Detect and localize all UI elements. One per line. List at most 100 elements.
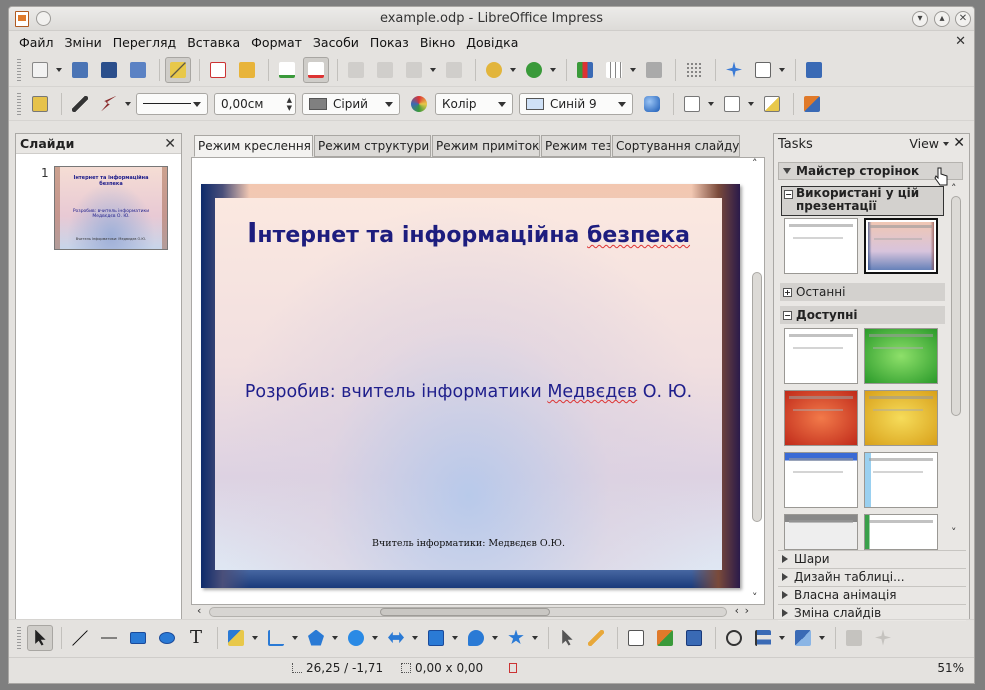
section-available[interactable]: − Доступні (780, 306, 945, 324)
tab-outline-view[interactable]: Режим структури (314, 135, 431, 157)
block-arrows-dropdown-arrow[interactable] (412, 635, 418, 640)
scroll-left-icon[interactable]: ‹ (735, 604, 739, 617)
scroll-down-icon[interactable]: ˅ (951, 526, 957, 539)
rectangle-tool-button[interactable] (125, 625, 151, 651)
arrange-order-button[interactable] (790, 625, 816, 651)
close-document-icon[interactable]: ✕ (955, 34, 966, 49)
slide-canvas[interactable]: Інтернет та інформаційна безпека Розроби… (191, 157, 765, 605)
section-used-in-presentation[interactable]: − Використані у цій презентації (781, 186, 944, 216)
arrange-button[interactable] (799, 91, 825, 117)
slide-design-dropdown-arrow[interactable] (748, 101, 754, 106)
block-arrows-button[interactable] (383, 625, 409, 651)
master-thumb-yellow[interactable] (864, 390, 938, 446)
master-thumb-green-edge[interactable] (864, 514, 938, 550)
rotate-button[interactable] (721, 625, 747, 651)
arrange-order-dropdown-arrow[interactable] (819, 635, 825, 640)
points-button[interactable] (554, 625, 580, 651)
line-style-select[interactable] (136, 92, 208, 115)
connector-dropdown-arrow[interactable] (292, 635, 298, 640)
export-button[interactable] (125, 57, 151, 83)
interaction-button[interactable] (870, 625, 896, 651)
extrusion-button[interactable] (681, 625, 707, 651)
area-style-select[interactable]: Колір (435, 92, 513, 115)
toolbar-grip[interactable] (17, 92, 21, 115)
area-button[interactable] (406, 91, 432, 117)
view-menu-button[interactable]: View (909, 136, 939, 151)
tasks-scroll-thumb[interactable] (951, 196, 961, 416)
master-thumb-current[interactable] (864, 218, 938, 274)
connector-tool-button[interactable] (263, 625, 289, 651)
section-recent[interactable]: + Останні (780, 283, 945, 301)
paste-button[interactable] (401, 57, 427, 83)
slide-thumbnail[interactable]: Інтернет та інформаційна безпека Розроби… (54, 166, 168, 250)
document-modified-icon[interactable] (509, 663, 517, 673)
curve-dropdown-arrow[interactable] (252, 635, 258, 640)
spellcheck-button[interactable] (274, 57, 300, 83)
arrow-style-dropdown-arrow[interactable] (125, 101, 131, 106)
menu-slideshow[interactable]: Показ (370, 35, 409, 50)
line-color-select[interactable]: Сірий (302, 92, 400, 115)
slide-subtitle[interactable]: Розробив: вчитель інформатики Медвєдєв О… (215, 382, 722, 402)
menu-edit[interactable]: Зміни (65, 35, 102, 50)
basic-shapes-dropdown-arrow[interactable] (332, 635, 338, 640)
menu-view[interactable]: Перегляд (113, 35, 176, 50)
fontwork-button[interactable] (623, 625, 649, 651)
callouts-dropdown-arrow[interactable] (492, 635, 498, 640)
undo-button[interactable] (481, 57, 507, 83)
panel-custom-animation[interactable]: Власна анімація (778, 586, 966, 603)
redo-dropdown-arrow[interactable] (550, 67, 556, 72)
horizontal-scroll-track[interactable] (209, 607, 727, 617)
slide-show-button[interactable] (759, 91, 785, 117)
open-button[interactable] (67, 57, 93, 83)
slide-footer[interactable]: Вчитель інформатики: Медвєдєв О.Ю. (215, 538, 722, 549)
save-button[interactable] (96, 57, 122, 83)
callouts-button[interactable] (463, 625, 489, 651)
menu-help[interactable]: Довідка (466, 35, 518, 50)
toolbar-grip[interactable] (17, 626, 21, 649)
symbol-shapes-dropdown-arrow[interactable] (372, 635, 378, 640)
scroll-down-icon[interactable]: ˅ (752, 591, 758, 604)
new-dropdown-arrow[interactable] (56, 67, 62, 72)
grid-button[interactable] (681, 57, 707, 83)
menu-format[interactable]: Формат (251, 35, 302, 50)
line-tool-button[interactable] (67, 625, 93, 651)
vertical-scroll-thumb[interactable] (752, 272, 762, 522)
select-tool-button[interactable] (27, 624, 53, 651)
stars-button[interactable] (503, 625, 529, 651)
copy-button[interactable] (372, 57, 398, 83)
scroll-left-icon[interactable]: ‹ (197, 604, 201, 617)
clone-format-button[interactable] (441, 57, 467, 83)
toolbar-grip[interactable] (17, 58, 21, 81)
scroll-right-icon[interactable]: › (745, 604, 749, 617)
hyperlink-button[interactable] (641, 57, 667, 83)
maximize-button[interactable]: ▴ (934, 11, 950, 27)
slide[interactable]: Інтернет та інформаційна безпека Розроби… (201, 184, 740, 588)
master-thumb-default[interactable] (784, 218, 858, 274)
master-thumb-light-blue[interactable] (864, 452, 938, 508)
master-thumb-blue-band[interactable] (784, 452, 858, 508)
canvas-vertical-scrollbar[interactable]: ˄ ˅ (750, 157, 764, 607)
insert-image-button[interactable] (652, 625, 678, 651)
tab-drawing-view[interactable]: Режим креслення (194, 135, 313, 157)
zoom-level[interactable]: 51% (937, 661, 964, 675)
text-tool-button[interactable]: T (183, 625, 209, 651)
line-width-field[interactable]: 0,00см ▲ ▼ (214, 92, 296, 115)
print-button[interactable] (234, 57, 260, 83)
shadow-toggle-button[interactable] (841, 625, 867, 651)
stars-dropdown-arrow[interactable] (532, 635, 538, 640)
tab-handout-view[interactable]: Режим тез (541, 135, 611, 157)
scroll-up-icon[interactable]: ˄ (951, 182, 957, 195)
symbol-shapes-button[interactable] (343, 625, 369, 651)
canvas-horizontal-scrollbar[interactable]: ‹ ‹ › (191, 604, 751, 619)
scroll-up-icon[interactable]: ˄ (752, 157, 758, 170)
master-thumb-grey[interactable] (784, 514, 858, 550)
autospell-button[interactable] (303, 56, 329, 83)
close-window-button[interactable]: ✕ (955, 11, 971, 27)
chart-button[interactable] (572, 57, 598, 83)
tasks-vertical-scrollbar[interactable]: ˄ ˅ (950, 182, 962, 544)
redo-button[interactable] (521, 57, 547, 83)
new-slide-button[interactable] (679, 91, 705, 117)
slide-layout-button[interactable] (750, 57, 776, 83)
arrow-tool-button[interactable] (96, 625, 122, 651)
close-pane-icon[interactable]: ✕ (164, 136, 176, 152)
